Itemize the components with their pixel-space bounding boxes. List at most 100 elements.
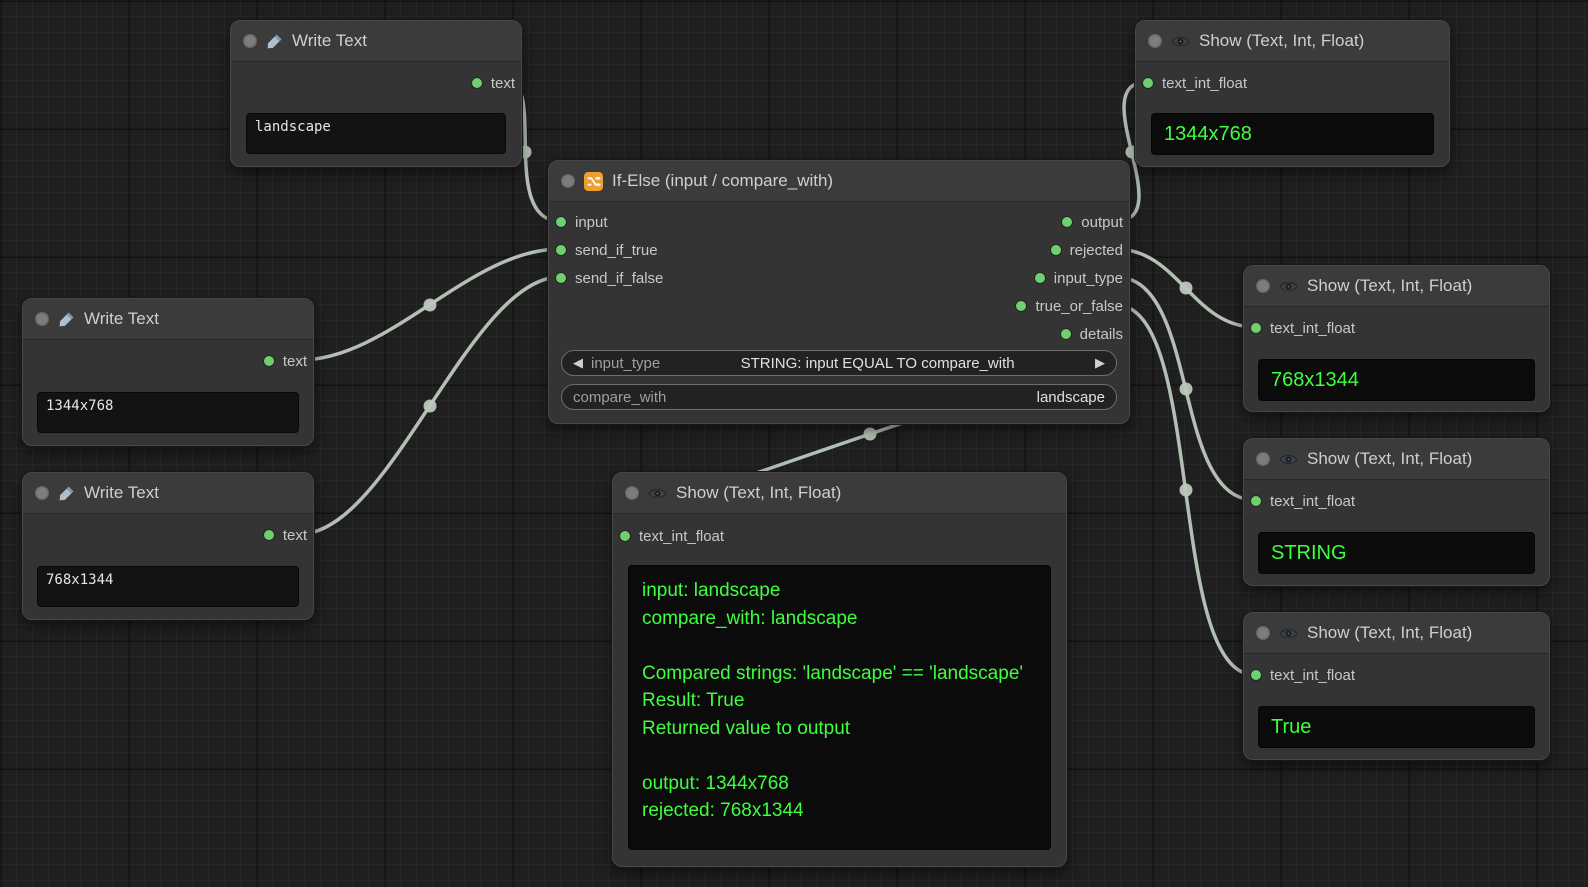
compare-with-text-widget[interactable]: compare_with landscape — [561, 384, 1117, 410]
node-title: If-Else (input / compare_with) — [612, 171, 833, 191]
pen-icon — [58, 485, 75, 502]
output-port-true-or-false: true_or_false — [1015, 294, 1123, 318]
text-input-widget[interactable]: 1344x768 — [37, 392, 299, 433]
output-dot[interactable] — [1060, 328, 1072, 340]
output-dot[interactable] — [1061, 216, 1073, 228]
collapse-dot[interactable] — [1256, 279, 1270, 293]
link-midpoint-dot — [424, 400, 437, 413]
show-details-display: input: landscape compare_with: landscape… — [628, 565, 1051, 850]
node-graph-canvas[interactable]: Write Text text landscape Write Text tex… — [0, 0, 1588, 887]
input-port-text-int-float: text_int_float — [1142, 71, 1247, 95]
node-title-bar[interactable]: Write Text — [23, 473, 313, 514]
node-title-bar[interactable]: Show (Text, Int, Float) — [613, 473, 1066, 514]
combo-next-arrow-icon[interactable]: ▶ — [1095, 355, 1105, 371]
link-midpoint-dot — [1180, 383, 1193, 396]
eye-icon — [1279, 280, 1298, 293]
node-title: Write Text — [84, 309, 159, 329]
output-dot[interactable] — [263, 529, 275, 541]
port-label: output — [1081, 214, 1123, 231]
port-label: input_type — [1054, 270, 1123, 287]
link-midpoint-dot — [1180, 282, 1193, 295]
port-label: text_int_float — [1270, 493, 1355, 510]
node-title-bar[interactable]: Show (Text, Int, Float) — [1244, 266, 1549, 307]
eye-icon — [1279, 627, 1298, 640]
show-value-display: True — [1258, 706, 1535, 748]
node-title: Write Text — [292, 31, 367, 51]
eye-icon — [648, 487, 667, 500]
port-label: text_int_float — [1270, 667, 1355, 684]
output-dot[interactable] — [1050, 244, 1062, 256]
node-show-true[interactable]: Show (Text, Int, Float) text_int_float T… — [1243, 612, 1550, 760]
node-if-else[interactable]: If-Else (input / compare_with) input sen… — [548, 160, 1130, 424]
pen-icon — [266, 33, 283, 50]
node-title-bar[interactable]: Write Text — [231, 21, 521, 62]
input-dot[interactable] — [555, 216, 567, 228]
shuffle-icon — [584, 172, 603, 191]
text-input-widget[interactable]: landscape — [246, 113, 506, 154]
node-write-text-1[interactable]: Write Text text landscape — [230, 20, 522, 167]
output-port-output: output — [1061, 210, 1123, 234]
port-label: text_int_float — [1162, 75, 1247, 92]
node-title: Show (Text, Int, Float) — [1307, 449, 1472, 469]
collapse-dot[interactable] — [243, 34, 257, 48]
node-show-768x1344[interactable]: Show (Text, Int, Float) text_int_float 7… — [1243, 265, 1550, 412]
input-port-send-if-false: send_if_false — [555, 266, 663, 290]
node-write-text-3[interactable]: Write Text text 768x1344 — [22, 472, 314, 620]
node-show-details[interactable]: Show (Text, Int, Float) text_int_float i… — [612, 472, 1067, 867]
node-title: Show (Text, Int, Float) — [1307, 276, 1472, 296]
collapse-dot[interactable] — [1256, 626, 1270, 640]
port-label: text — [283, 527, 307, 544]
pen-icon — [58, 311, 75, 328]
input-port-input: input — [555, 210, 608, 234]
node-title-bar[interactable]: Show (Text, Int, Float) — [1244, 439, 1549, 480]
link-midpoint-dot — [864, 428, 877, 441]
port-label: details — [1080, 326, 1123, 343]
node-title-bar[interactable]: Show (Text, Int, Float) — [1136, 21, 1449, 62]
collapse-dot[interactable] — [625, 486, 639, 500]
input-port-send-if-true: send_if_true — [555, 238, 658, 262]
node-show-1344x768[interactable]: Show (Text, Int, Float) text_int_float 1… — [1135, 20, 1450, 167]
node-write-text-2[interactable]: Write Text text 1344x768 — [22, 298, 314, 446]
port-label: rejected — [1070, 242, 1123, 259]
node-title: Show (Text, Int, Float) — [1199, 31, 1364, 51]
node-title-bar[interactable]: Write Text — [23, 299, 313, 340]
port-label: text_int_float — [1270, 320, 1355, 337]
collapse-dot[interactable] — [1256, 452, 1270, 466]
node-title-bar[interactable]: Show (Text, Int, Float) — [1244, 613, 1549, 654]
input-dot[interactable] — [1250, 322, 1262, 334]
input-dot[interactable] — [555, 272, 567, 284]
collapse-dot[interactable] — [35, 312, 49, 326]
input-dot[interactable] — [1142, 77, 1154, 89]
port-label: send_if_false — [575, 270, 663, 287]
widget-label: input_type — [591, 355, 660, 372]
node-title-bar[interactable]: If-Else (input / compare_with) — [549, 161, 1129, 202]
output-dot[interactable] — [1015, 300, 1027, 312]
combo-prev-arrow-icon[interactable]: ◀ — [573, 355, 583, 371]
output-port-text: text — [263, 349, 307, 373]
input-type-combo-widget[interactable]: ◀ input_type STRING: input EQUAL TO comp… — [561, 350, 1117, 376]
collapse-dot[interactable] — [35, 486, 49, 500]
output-dot[interactable] — [471, 77, 483, 89]
collapse-dot[interactable] — [561, 174, 575, 188]
link-midpoint-dot — [424, 299, 437, 312]
collapse-dot[interactable] — [1148, 34, 1162, 48]
output-port-text: text — [263, 523, 307, 547]
link-midpoint-dot — [1180, 484, 1193, 497]
node-show-string[interactable]: Show (Text, Int, Float) text_int_float S… — [1243, 438, 1550, 586]
text-input-widget[interactable]: 768x1344 — [37, 566, 299, 607]
output-dot[interactable] — [1034, 272, 1046, 284]
input-dot[interactable] — [1250, 495, 1262, 507]
node-title: Show (Text, Int, Float) — [676, 483, 841, 503]
input-dot[interactable] — [1250, 669, 1262, 681]
show-value-display: 768x1344 — [1258, 359, 1535, 401]
port-label: text_int_float — [639, 528, 724, 545]
port-label: text — [283, 353, 307, 370]
input-port-text-int-float: text_int_float — [619, 524, 724, 548]
eye-icon — [1279, 453, 1298, 466]
input-dot[interactable] — [619, 530, 631, 542]
input-dot[interactable] — [555, 244, 567, 256]
widget-value: STRING: input EQUAL TO compare_with — [668, 355, 1087, 372]
output-dot[interactable] — [263, 355, 275, 367]
input-port-text-int-float: text_int_float — [1250, 489, 1355, 513]
eye-icon — [1171, 35, 1190, 48]
